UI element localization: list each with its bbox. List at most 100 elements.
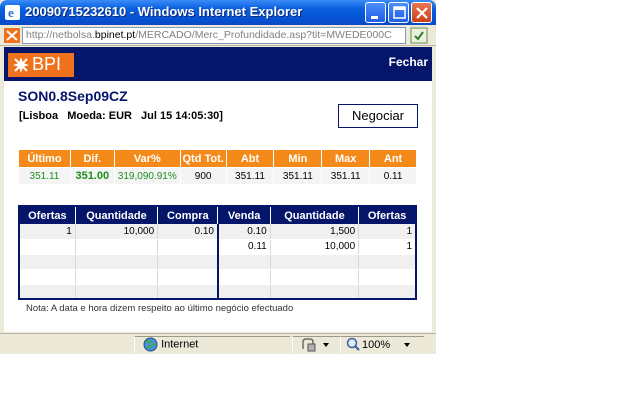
quote-header-change-pct: Var% <box>113 149 181 168</box>
ie-icon: e <box>5 5 20 20</box>
quote-total-qty: 900 <box>179 167 227 185</box>
book-cell: 0.10 <box>217 224 271 240</box>
book-cell <box>358 254 417 270</box>
book-header-ask-price: Venda <box>217 206 271 224</box>
bpi-logo: BPI <box>8 53 74 77</box>
book-cell <box>19 269 76 285</box>
instrument-ticker: SON0.8Sep09CZ <box>18 88 128 104</box>
close-link[interactable]: Fechar <box>389 55 428 69</box>
book-cell <box>217 284 271 300</box>
status-bar: Internet 100% <box>0 333 436 354</box>
quote-value-row: 351.11 351.00 319,090.91% 900 351.11 351… <box>18 167 417 185</box>
quote-table: Último Dif. Var% Qtd Tot. Abt Min Max An… <box>18 149 417 185</box>
book-cell: 0.10 <box>157 224 219 240</box>
url-path: /MERCADO/Merc_Profundidade.asp?tit=MWEDE… <box>135 29 392 41</box>
close-button[interactable] <box>411 2 432 23</box>
chevron-down-icon[interactable] <box>404 343 410 347</box>
book-cell <box>217 269 271 285</box>
quote-header-min: Min <box>273 149 323 168</box>
globe-icon <box>143 337 158 352</box>
url-prefix: http://netbolsa. <box>26 29 95 41</box>
quote-header-max: Max <box>321 149 371 168</box>
book-cell <box>270 284 360 300</box>
url-host: bpinet.pt <box>94 29 136 41</box>
url-field[interactable]: http://netbolsa.bpinet.pt/MERCADO/Merc_P… <box>22 27 406 44</box>
zoom-level[interactable]: 100% <box>362 339 390 351</box>
footnote: Nota: A data e hora dizem respeito ao úl… <box>26 303 294 314</box>
quote-min: 351.11 <box>273 167 323 185</box>
order-book-header-row: Ofertas Quantidade Compra Venda Quantida… <box>19 206 416 224</box>
quote-open: 351.11 <box>225 167 275 185</box>
bpi-favicon-icon <box>4 28 20 43</box>
logo-text: BPI <box>32 54 62 74</box>
book-header-bid-qty: Quantidade <box>75 206 159 224</box>
address-bar: http://netbolsa.bpinet.pt/MERCADO/Merc_P… <box>0 25 436 46</box>
order-book-row <box>19 284 417 300</box>
quote-header-change: Dif. <box>69 149 115 168</box>
quote-header-last: Último <box>18 149 71 168</box>
maximize-icon <box>393 6 406 19</box>
book-cell <box>157 284 219 300</box>
book-cell <box>157 254 219 270</box>
book-cell: 1 <box>358 239 417 255</box>
book-cell <box>157 239 219 255</box>
datetime-label: Jul 15 14:05:30] <box>141 110 223 122</box>
book-cell <box>75 284 159 300</box>
book-cell: 10,000 <box>75 224 159 240</box>
window-title: 20090715232610 - Windows Internet Explor… <box>25 4 303 19</box>
page-content: BPI Fechar SON0.8Sep09CZ [Lisboa Moeda: … <box>4 47 432 332</box>
book-cell <box>270 269 360 285</box>
security-report-icon[interactable] <box>410 27 428 44</box>
quote-change: 351.00 <box>69 167 115 185</box>
chevron-down-icon[interactable] <box>323 343 329 347</box>
security-zone[interactable]: Internet <box>143 337 198 352</box>
browser-window: e 20090715232610 - Windows Internet Expl… <box>0 0 436 354</box>
quote-change-pct: 319,090.91% <box>113 167 181 185</box>
book-cell <box>75 254 159 270</box>
zoom-icon <box>346 337 360 351</box>
order-book-row <box>19 269 417 285</box>
trade-button[interactable]: Negociar <box>338 104 418 128</box>
book-cell: 1,500 <box>270 224 360 240</box>
book-cell <box>358 284 417 300</box>
book-cell: 1 <box>358 224 417 240</box>
order-book-row: 1 10,000 0.10 0.10 1,500 1 <box>19 224 417 240</box>
market-label: [Lisboa <box>19 110 59 122</box>
bpi-star-icon <box>13 57 29 73</box>
book-cell <box>19 284 76 300</box>
book-cell <box>157 269 219 285</box>
book-cell: 1 <box>19 224 76 240</box>
book-cell <box>217 254 271 270</box>
quote-previous: 0.11 <box>369 167 417 185</box>
close-icon <box>416 7 428 19</box>
instrument-info: [Lisboa Moeda: EUR Jul 15 14:05:30] <box>19 110 229 122</box>
page-header: BPI Fechar <box>4 47 432 81</box>
book-cell <box>19 254 76 270</box>
book-header-ask-offers: Ofertas <box>358 206 416 224</box>
book-cell <box>75 269 159 285</box>
svg-text:e: e <box>8 5 14 20</box>
quote-header-total-qty: Qtd Tot. <box>179 149 227 168</box>
book-cell <box>270 254 360 270</box>
currency-label: Moeda: EUR <box>67 110 132 122</box>
book-cell <box>358 269 417 285</box>
order-book-row <box>19 254 417 270</box>
zone-label: Internet <box>161 338 199 351</box>
title-bar[interactable]: e 20090715232610 - Windows Internet Expl… <box>0 0 436 25</box>
protected-mode-icon[interactable] <box>300 337 316 352</box>
book-cell <box>19 239 76 255</box>
book-cell <box>75 239 159 255</box>
book-header-bid-offers: Ofertas <box>19 206 76 224</box>
order-book-row: 0.11 10,000 1 <box>19 239 417 255</box>
book-cell: 0.11 <box>217 239 271 255</box>
order-book-table: Ofertas Quantidade Compra Venda Quantida… <box>18 205 417 300</box>
quote-header-row: Último Dif. Var% Qtd Tot. Abt Min Max An… <box>18 149 417 168</box>
minimize-icon <box>371 16 378 19</box>
quote-header-previous: Ant <box>369 149 417 168</box>
minimize-button[interactable] <box>365 2 386 23</box>
quote-header-open: Abt <box>225 149 275 168</box>
maximize-button[interactable] <box>388 2 409 23</box>
book-cell: 10,000 <box>270 239 360 255</box>
quote-last: 351.11 <box>18 167 71 185</box>
book-header-bid-price: Compra <box>157 206 219 224</box>
